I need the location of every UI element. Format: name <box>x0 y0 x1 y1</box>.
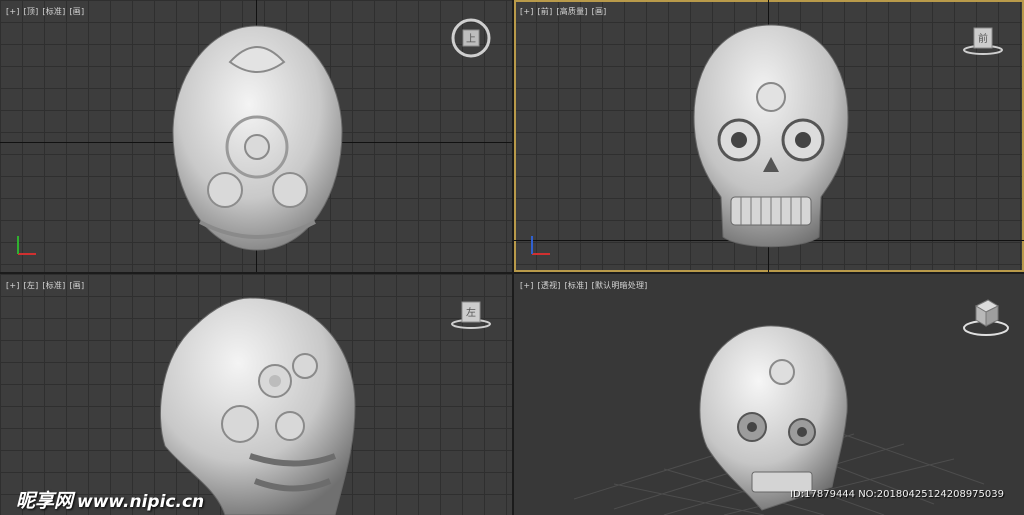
viewcube-ring-top[interactable]: 上 <box>450 17 492 59</box>
axis-tripod-icon <box>531 236 550 255</box>
viewcube-face-text: 前 <box>978 32 988 45</box>
max-viewport-layout: [+] [顶] [标准] [画] 上 [+] [前] [高质量] [画] 前 [… <box>0 0 1024 515</box>
viewport-left[interactable]: [+] [左] [标准] [画] 左 <box>0 274 512 515</box>
viewcube-face-text: 左 <box>466 306 476 319</box>
watermark-url: www.nipic.cn <box>77 492 205 512</box>
viewport-shading-label[interactable]: [画] <box>592 7 607 16</box>
skull-model-top <box>172 25 343 251</box>
viewport-mode-label[interactable]: [标准] <box>565 281 588 290</box>
axis-tripod-icon <box>17 236 36 255</box>
viewport-label-perspective[interactable]: [+] [透视] [标准] [默认明暗处理] <box>520 280 651 291</box>
watermark-id: ID:17879444 NO:20180425124208975039 <box>790 489 1004 500</box>
viewport-view-label[interactable]: [顶] <box>24 7 39 16</box>
viewport-view-label[interactable]: [透视] <box>538 281 561 290</box>
viewport-front[interactable]: [+] [前] [高质量] [画] 前 <box>514 0 1024 272</box>
viewcube-face-text: 上 <box>466 33 476 45</box>
viewport-view-label[interactable]: [前] <box>538 7 553 16</box>
viewport-menu-plus[interactable]: [+] <box>6 7 20 16</box>
viewcube-perspective[interactable] <box>962 296 1010 338</box>
viewport-mode-label[interactable]: [高质量] <box>556 7 587 16</box>
viewport-view-label[interactable]: [左] <box>24 281 39 290</box>
viewport-menu-plus[interactable]: [+] <box>6 281 20 290</box>
skull-model-front <box>693 24 849 248</box>
skull-model-left <box>160 297 356 515</box>
viewport-label-left[interactable]: [+] [左] [标准] [画] <box>6 280 88 291</box>
skull-model-perspective <box>699 325 848 511</box>
viewport-label-front[interactable]: [+] [前] [高质量] [画] <box>520 6 610 17</box>
viewcube-left[interactable]: 左 <box>450 298 492 332</box>
viewport-shading-label[interactable]: [画] <box>69 7 84 16</box>
viewport-shading-label[interactable]: [默认明暗处理] <box>592 281 648 290</box>
watermark-logo-text: 昵享网 <box>16 490 74 512</box>
watermark-logo: 昵享网 www.nipic.cn <box>16 486 204 513</box>
viewport-label-top[interactable]: [+] [顶] [标准] [画] <box>6 6 88 17</box>
viewport-perspective[interactable]: [+] [透视] [标准] [默认明暗处理] <box>514 274 1024 515</box>
viewport-top[interactable]: [+] [顶] [标准] [画] 上 <box>0 0 512 272</box>
viewcube-front[interactable]: 前 <box>962 24 1004 58</box>
viewport-shading-label[interactable]: [画] <box>69 281 84 290</box>
viewport-menu-plus[interactable]: [+] <box>520 281 534 290</box>
viewport-mode-label[interactable]: [标准] <box>42 281 65 290</box>
viewport-menu-plus[interactable]: [+] <box>520 7 534 16</box>
viewport-mode-label[interactable]: [标准] <box>42 7 65 16</box>
